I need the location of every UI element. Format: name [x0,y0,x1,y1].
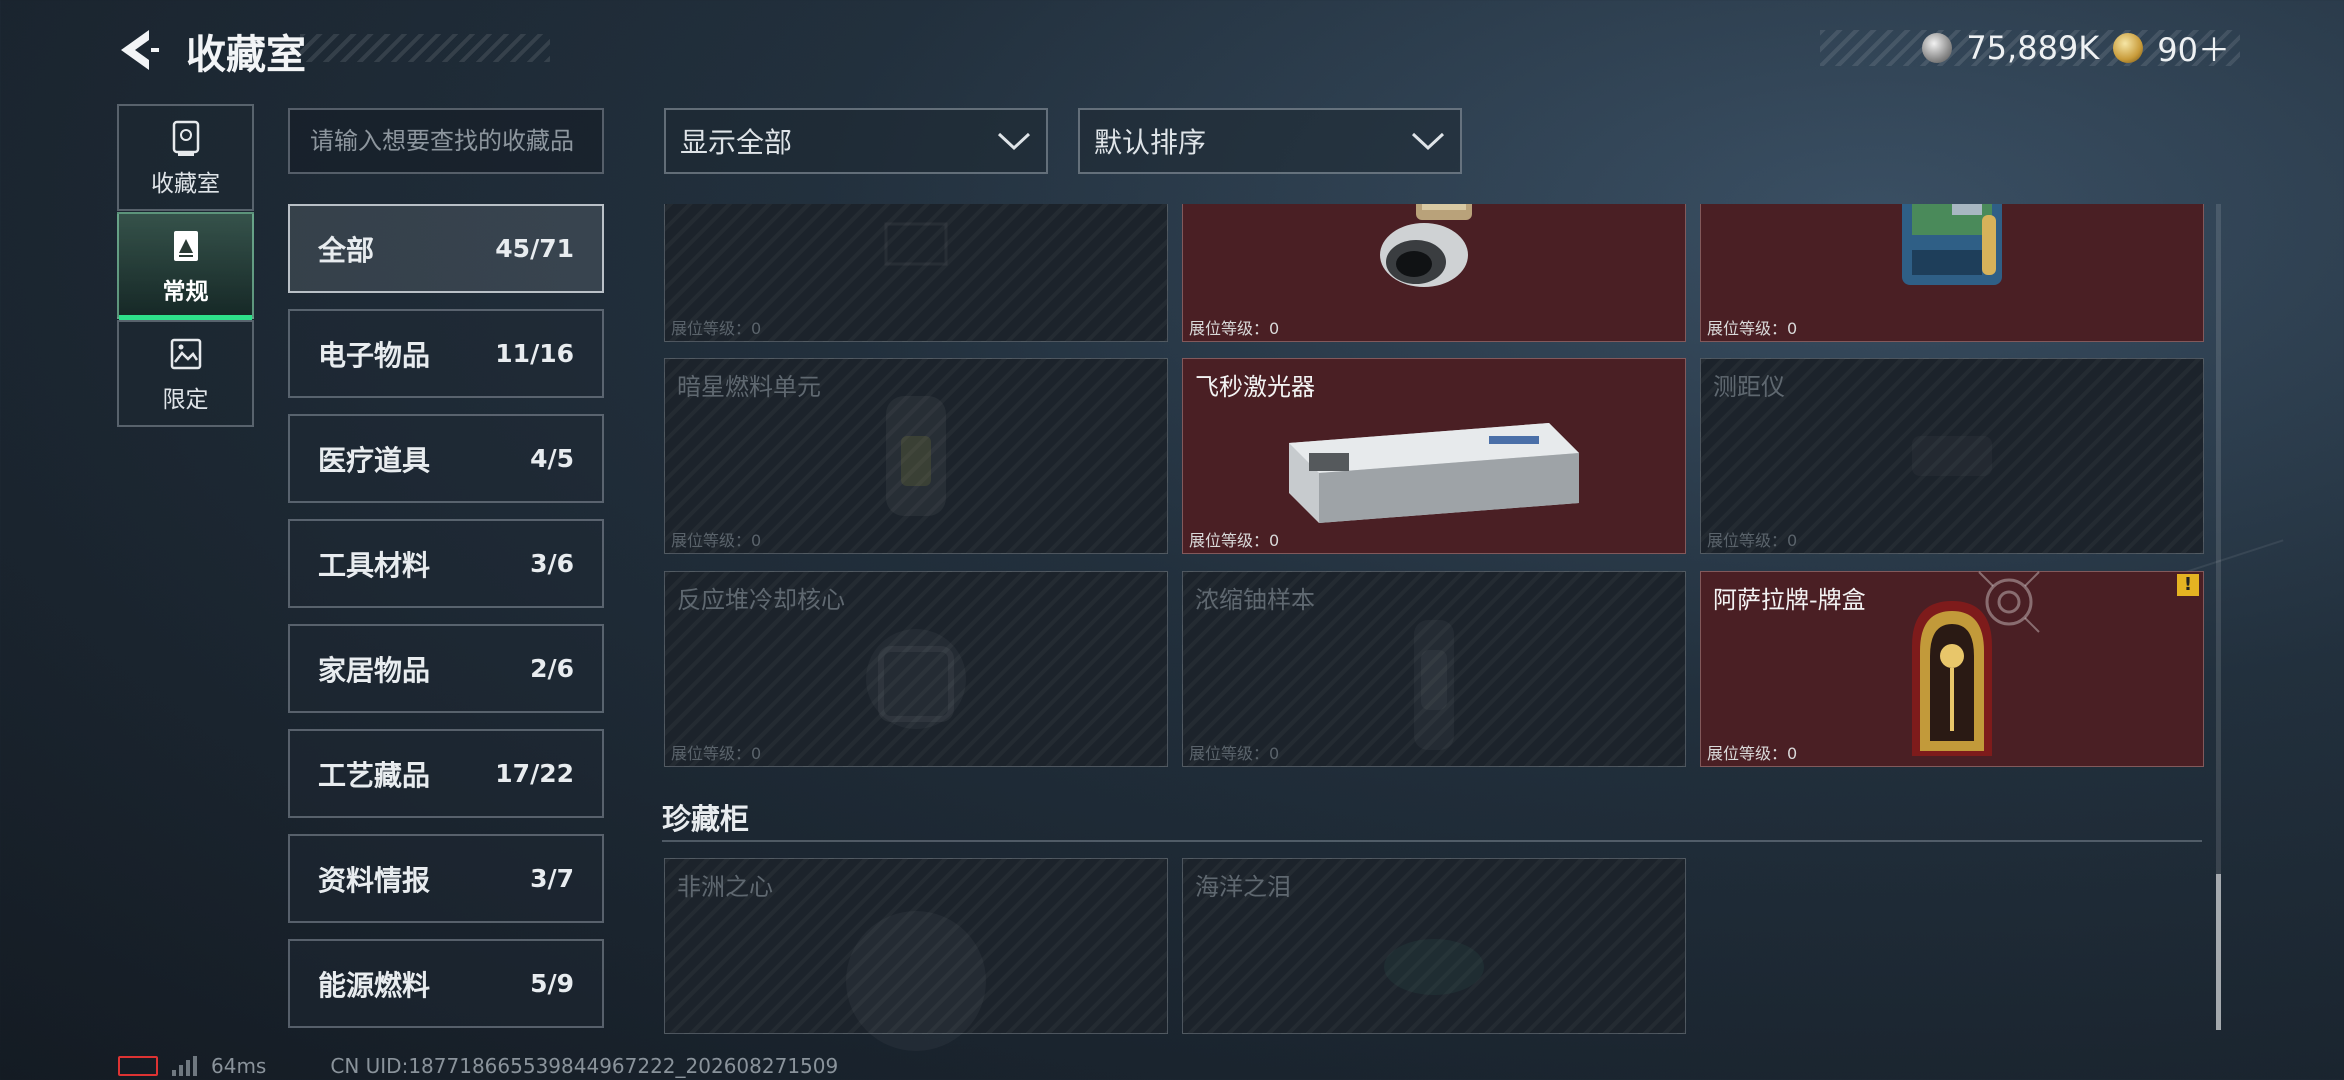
alert-badge: ! [2177,574,2199,596]
category-item-all[interactable]: 全部 45/71 [288,204,604,293]
category-count: 17/22 [495,759,574,788]
search-input[interactable] [288,108,604,174]
category-item-energy[interactable]: 能源燃料 5/9 [288,939,604,1028]
side-nav: 收藏室 常规 限定 [117,104,254,428]
gem-icon [1384,938,1484,995]
display-frame-icon [173,230,198,261]
collection-card[interactable]: 展位等级：0 [1182,204,1686,342]
gold-currency-value[interactable]: 90＋ [2157,25,2230,71]
category-name: 医疗道具 [318,443,431,477]
category-item-household[interactable]: 家居物品 2/6 [288,624,604,713]
reactor-core-icon [866,628,966,729]
vault-icon [172,120,199,156]
card-level: 展位等级：0 [1189,319,1280,338]
card-level: 展位等级：0 [671,531,762,550]
fuel-cell-icon [886,396,946,516]
sort-dropdown[interactable]: 默认排序 [1078,108,1462,174]
page-title: 收藏室 [186,32,306,78]
item-placeholder-icon [884,222,948,266]
collection-card[interactable]: 飞秒激光器 展位等级：0 [1182,358,1686,554]
card-name: 暗星燃料单元 [677,373,821,401]
picture-icon [170,338,201,369]
card-level: 展位等级：0 [1189,531,1280,550]
section-title-showcase: 珍藏柜 [662,802,750,836]
category-name: 资料情报 [318,863,431,897]
silver-coin-icon [1922,33,1953,63]
gem-icon [846,910,986,1051]
card-name: 浓缩铀样本 [1195,586,1315,614]
laser-device-icon [1289,422,1579,523]
section-divider [662,840,2202,842]
ping-text: 64ms [211,1054,267,1078]
card-level: 展位等级：0 [1707,744,1798,763]
currency-bar: 75,889K 90＋ [1820,29,2240,69]
rangefinder-icon [1902,416,2002,496]
side-nav-limited[interactable]: 限定 [117,320,254,427]
side-nav-label: 常规 [162,278,209,305]
side-nav-vault[interactable]: 收藏室 [117,104,254,211]
gold-coin-icon [2113,33,2144,63]
card-name: 飞秒激光器 [1195,373,1315,401]
lens-module-icon [1380,204,1472,287]
sort-dropdown-value: 默认排序 [1094,126,1207,159]
silver-currency-value: 75,889K [1966,29,2100,67]
card-box-icon [1912,600,1992,756]
side-nav-label: 收藏室 [151,170,220,197]
category-item-intel[interactable]: 资料情报 3/7 [288,834,604,923]
collection-card[interactable]: 浓缩铀样本 展位等级：0 [1182,571,1686,767]
collection-card[interactable]: 阿萨拉牌-牌盒 ! 展位等级：0 [1700,571,2204,767]
category-count: 5/9 [530,969,574,998]
category-count: 3/6 [530,549,574,578]
collection-card[interactable]: 展位等级：0 [1700,204,2204,342]
uid-text: CN UID:18771866553984496722​2_2026082715… [330,1054,839,1078]
showcase-card[interactable]: 海洋之泪 [1182,858,1686,1034]
card-level: 展位等级：0 [1707,531,1798,550]
card-name: 阿萨拉牌-牌盒 [1713,586,1866,614]
back-arrow-icon[interactable] [115,26,163,74]
battery-icon [118,1056,158,1076]
signal-icon [172,1056,197,1076]
category-count: 45/71 [495,234,574,263]
category-name: 工艺藏品 [318,758,431,792]
side-nav-label: 限定 [162,386,209,413]
card-level: 展位等级：0 [1189,744,1280,763]
card-level: 展位等级：0 [671,319,762,338]
card-level: 展位等级：0 [1707,319,1798,338]
category-item-crafts[interactable]: 工艺藏品 17/22 [288,729,604,818]
collection-card[interactable]: 测距仪 展位等级：0 [1700,358,2204,554]
category-list: 全部 45/71 电子物品 11/16 医疗道具 4/5 工具材料 3/6 家居… [288,204,604,1044]
card-name: 非洲之心 [677,873,773,901]
card-name: 海洋之泪 [1195,873,1291,901]
card-name: 反应堆冷却核心 [677,586,845,614]
category-name: 家居物品 [318,653,431,687]
scrollbar[interactable] [2216,204,2221,1030]
category-item-tools[interactable]: 工具材料 3/6 [288,519,604,608]
category-name: 全部 [318,233,375,267]
card-level: 展位等级：0 [671,744,762,763]
category-item-medical[interactable]: 医疗道具 4/5 [288,414,604,503]
collection-card[interactable]: 反应堆冷却核心 展位等级：0 [664,571,1168,767]
title-decoration [300,34,550,62]
category-item-electronics[interactable]: 电子物品 11/16 [288,309,604,398]
card-name: 测距仪 [1713,373,1785,401]
collection-card[interactable]: 暗星燃料单元 展位等级：0 [664,358,1168,554]
chevron-down-icon [1411,132,1445,151]
category-name: 电子物品 [318,338,431,372]
side-nav-regular[interactable]: 常规 [117,212,254,320]
category-count: 4/5 [530,444,574,473]
uranium-sample-icon [1414,619,1454,750]
category-name: 能源燃料 [318,968,431,1002]
status-bar: 64ms CN UID:18771866553984496722​2_20260… [118,1054,838,1078]
chevron-down-icon [997,132,1031,151]
collection-card[interactable]: 展位等级：0 [664,204,1168,342]
category-count: 2/6 [530,654,574,683]
circuit-device-icon [1902,204,2002,285]
scrollbar-thumb[interactable] [2216,874,2221,1030]
filter-dropdown[interactable]: 显示全部 [664,108,1048,174]
category-count: 11/16 [495,339,574,368]
category-name: 工具材料 [318,548,431,582]
showcase-card[interactable]: 非洲之心 [664,858,1168,1051]
filter-dropdown-value: 显示全部 [680,126,793,159]
category-count: 3/7 [530,864,574,893]
